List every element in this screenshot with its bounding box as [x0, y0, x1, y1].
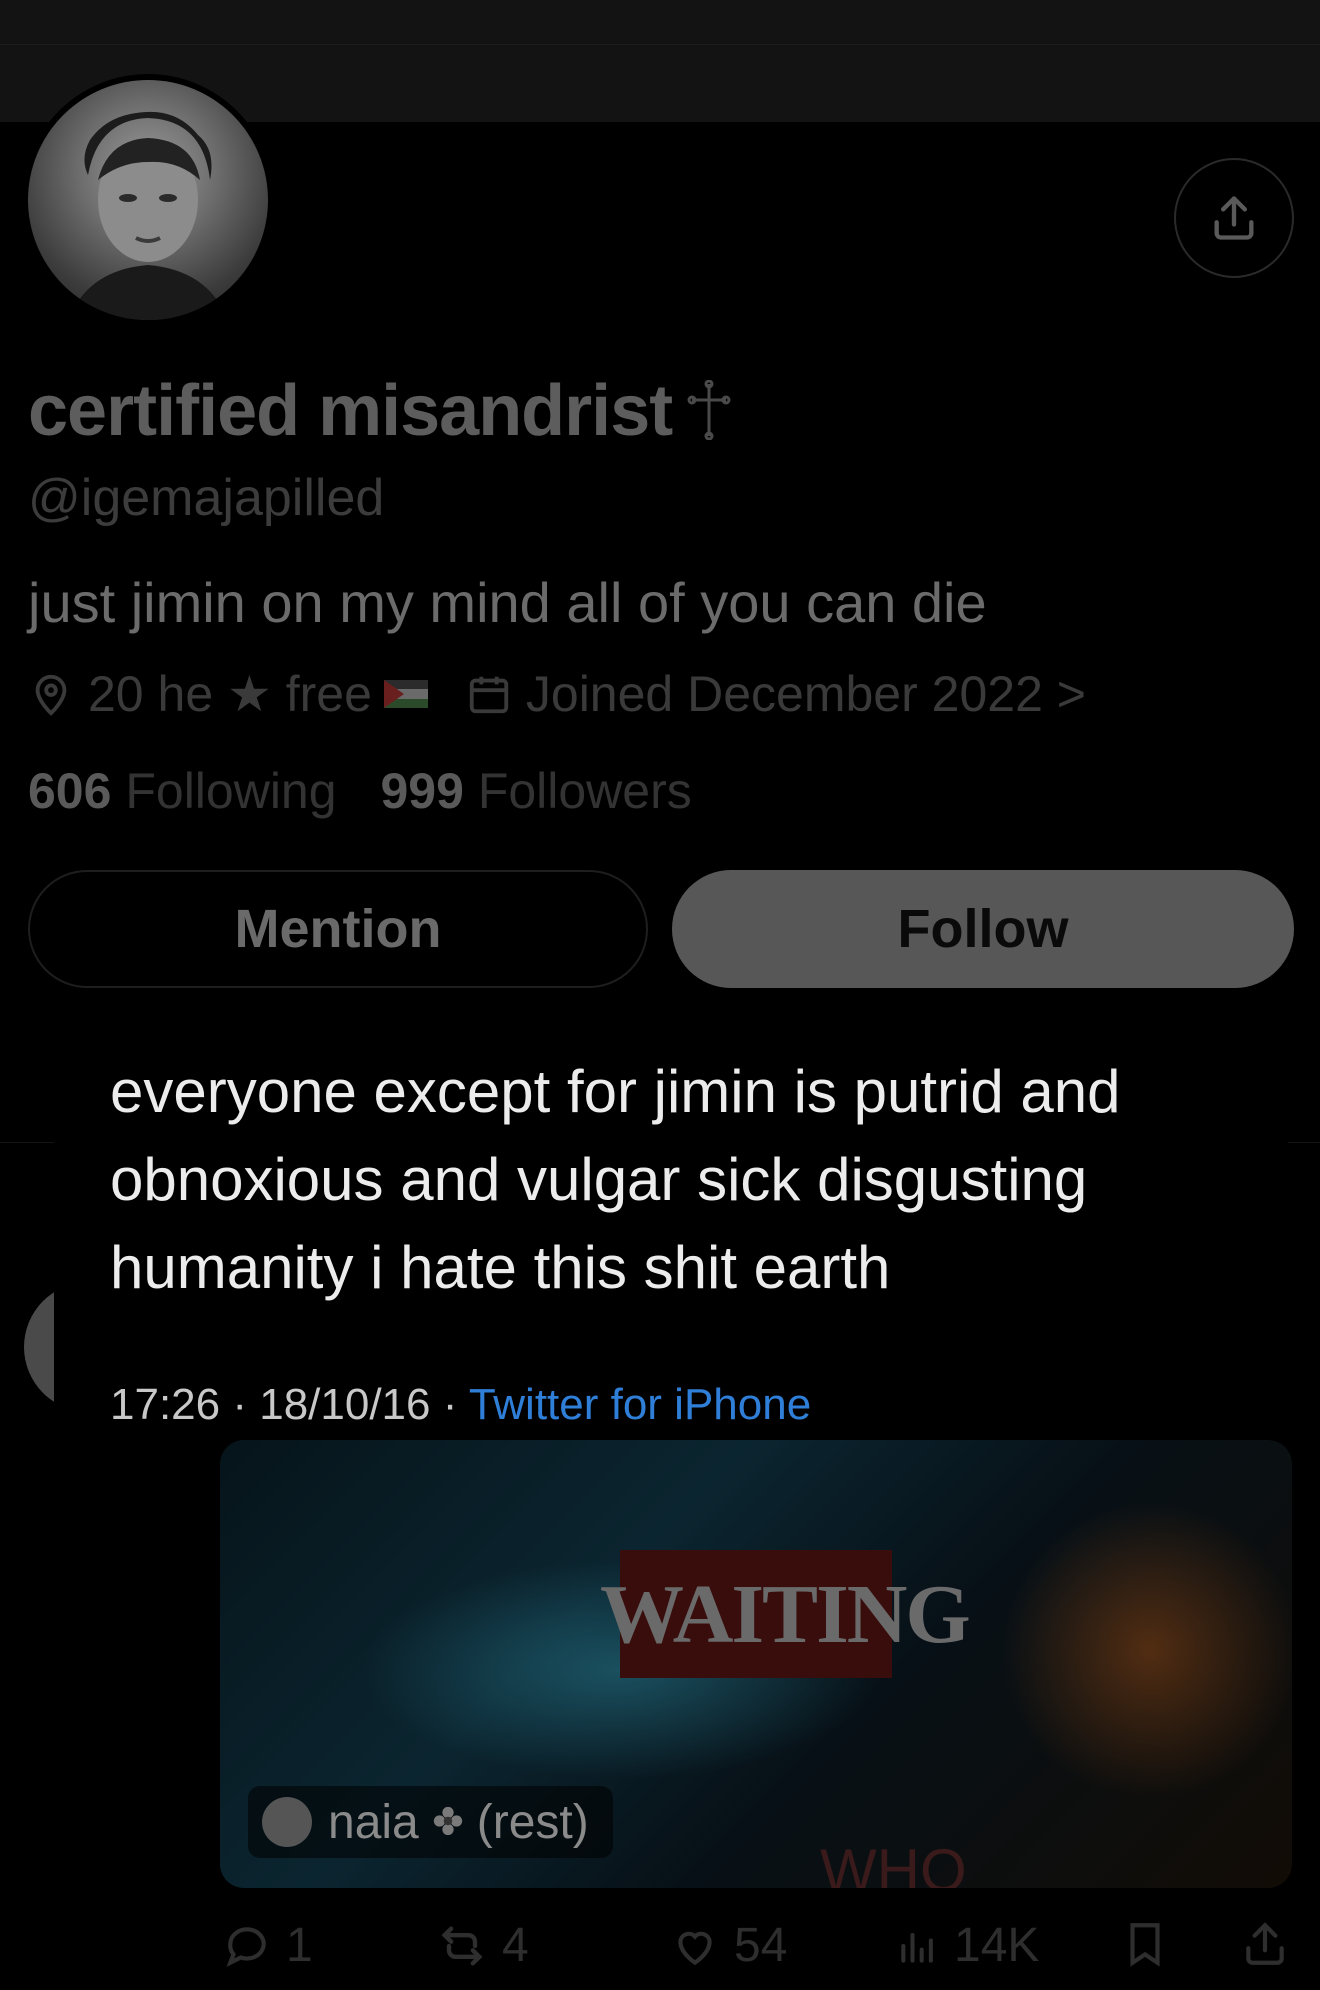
post-action-bar: 1 4 54 14K — [0, 1918, 1320, 1978]
who-sign-text: WHO — [820, 1837, 967, 1888]
share-post-button[interactable] — [1240, 1918, 1304, 1970]
waiting-sign-text: WAITING — [600, 1568, 971, 1661]
profile-bio: just jimin on my mind all of you can die — [28, 571, 987, 634]
mention-button[interactable]: Mention — [28, 870, 648, 988]
share-profile-button[interactable] — [1174, 158, 1294, 278]
display-name: certified misandrist — [28, 370, 732, 457]
tweet-time: 17:26 — [110, 1380, 221, 1429]
repost-icon — [441, 1926, 483, 1965]
attribution-avatar — [262, 1797, 312, 1847]
media-attribution-label[interactable]: naia (rest) — [248, 1786, 613, 1858]
share-icon — [1246, 1922, 1284, 1965]
like-button[interactable]: 54 — [670, 1918, 787, 1973]
post-media-video[interactable]: WAITING WHO naia (rest) — [220, 1440, 1292, 1888]
flower-icon — [431, 1795, 465, 1850]
quoted-tweet-meta: 17:26 · 18/10/16 · Twitter for iPhone — [110, 1380, 812, 1429]
views-button[interactable]: 14K — [896, 1918, 1039, 1973]
heart-icon — [678, 1931, 712, 1965]
bookmark-icon — [1130, 1923, 1160, 1967]
profile-joined-date[interactable]: Joined December 2022 > — [466, 665, 1086, 723]
profile-handle: @igemajapilled — [28, 469, 385, 527]
media-glow — [1000, 1500, 1292, 1800]
tweet-date: 18/10/16 — [259, 1380, 431, 1429]
tweet-source-link[interactable]: Twitter for iPhone — [469, 1380, 811, 1429]
cross-icon — [686, 375, 732, 457]
followers-link[interactable]: 999 Followers — [380, 763, 721, 819]
share-icon — [1214, 196, 1254, 240]
follow-stats: 606 Following 999 Followers — [28, 762, 722, 820]
quoted-tweet-text: everyone except for jimin is putrid and … — [110, 1058, 1121, 1301]
following-link[interactable]: 606 Following — [28, 763, 367, 819]
profile-avatar[interactable] — [22, 74, 274, 326]
repost-button[interactable]: 4 — [436, 1918, 529, 1973]
profile-meta: 20 he ★ free Joined December 2022 > — [28, 665, 1124, 723]
profile-location: 20 he ★ free — [28, 665, 428, 723]
quoted-tweet-overlay: everyone except for jimin is putrid and … — [54, 1028, 1288, 1440]
calendar-icon — [469, 676, 509, 714]
location-pin-icon — [35, 674, 67, 716]
reply-icon — [226, 1926, 266, 1967]
reply-button[interactable]: 1 — [222, 1918, 313, 1973]
avatar-photo — [28, 80, 268, 320]
views-chart-icon — [901, 1932, 933, 1963]
bookmark-button[interactable] — [1120, 1918, 1184, 1970]
follow-button[interactable]: Follow — [672, 870, 1294, 988]
palestine-flag-icon — [383, 680, 428, 708]
